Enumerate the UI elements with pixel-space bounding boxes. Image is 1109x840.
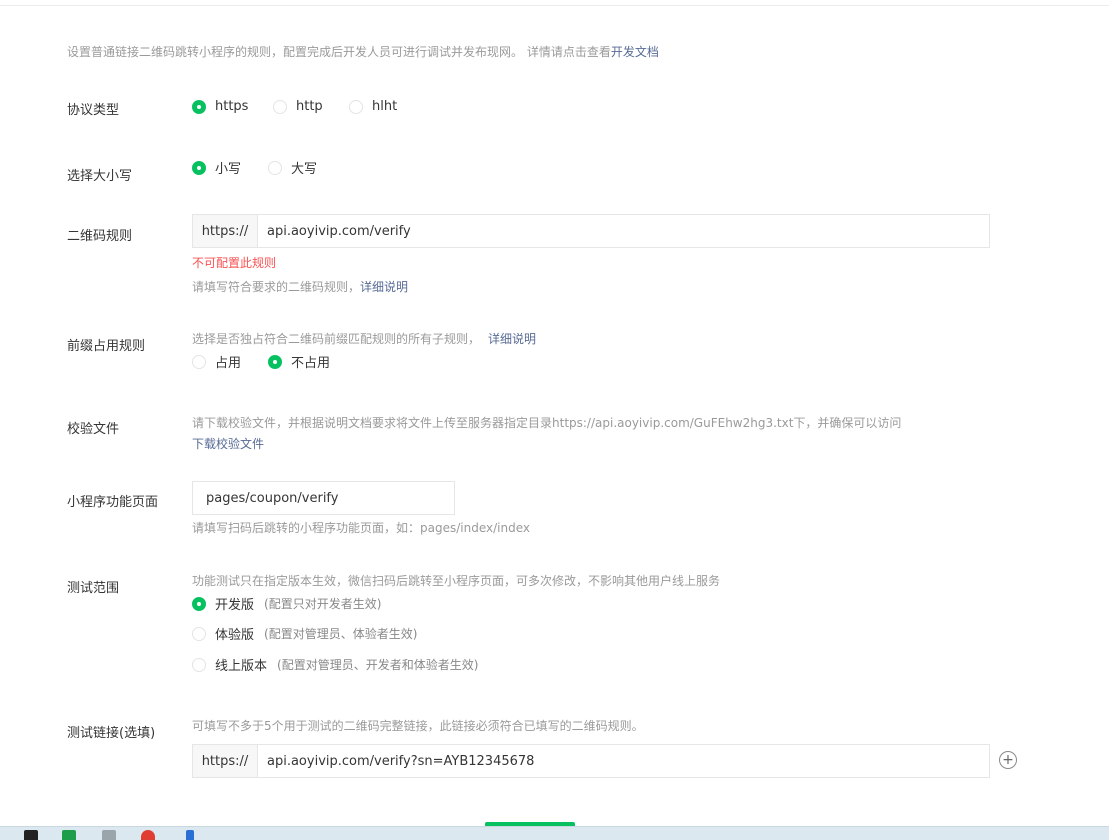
download-verify-file-link[interactable]: 下载校验文件 (192, 435, 264, 452)
scope-option-name: 线上版本 (215, 659, 268, 674)
case-label: 选择大小写 (67, 169, 133, 184)
test-link-prefix: https:// (193, 745, 258, 777)
radio-checked-icon (192, 99, 206, 114)
scope-option-name: 体验版 (215, 628, 255, 643)
test-scope-tip: 功能测试只在指定版本生效，微信扫码后跳转至小程序页面，可多次修改，不影响其他用户… (192, 574, 721, 588)
prefix-option-label: 不占用 (291, 356, 331, 371)
case-radio-upper[interactable]: 大写 (268, 158, 317, 177)
scope-radio-dev[interactable]: 开发版 (配置只对开发者生效) (192, 594, 381, 613)
scope-option-name: 开发版 (215, 598, 255, 613)
scope-option-note: (配置对管理员、体验者生效) (264, 627, 418, 641)
qr-rule-value: api.aoyivip.com/verify (267, 223, 411, 239)
prefix-rule-detail-link[interactable]: 详细说明 (488, 332, 536, 346)
prefix-rule-label: 前缀占用规则 (67, 339, 146, 354)
dev-docs-link[interactable]: 开发文档 (611, 45, 659, 59)
radio-unchecked-icon (273, 99, 287, 114)
case-option-label: 大写 (291, 162, 318, 177)
test-link-label: 测试链接(选填) (67, 726, 156, 741)
test-link-value: api.aoyivip.com/verify?sn=AYB12345678 (267, 753, 535, 769)
taskbar (0, 826, 1109, 840)
protocol-label: 协议类型 (67, 103, 120, 118)
plus-circle-icon[interactable]: + (999, 751, 1017, 769)
qr-rule-label: 二维码规则 (67, 229, 133, 244)
taskbar-app-icon[interactable] (62, 830, 76, 840)
test-link-tip: 可填写不多于5个用于测试的二维码完整链接，此链接必须符合已填写的二维码规则。 (192, 719, 644, 733)
protocol-radio-https[interactable]: https (192, 99, 248, 114)
intro-description: 设置普通链接二维码跳转小程序的规则，配置完成后开发人员可进行调试并发布现网。 详… (67, 45, 611, 59)
page-path-tip: 请填写扫码后跳转的小程序功能页面，如：pages/index/index (192, 521, 530, 535)
page-path-input[interactable]: pages/coupon/verify (192, 481, 455, 515)
protocol-option-label: https (215, 99, 249, 114)
scope-radio-release[interactable]: 线上版本 (配置对管理员、开发者和体验者生效) (192, 655, 478, 674)
qr-rule-input[interactable]: https:// api.aoyivip.com/verify (192, 214, 990, 248)
qr-rule-tip: 请填写符合要求的二维码规则，详细说明 (192, 278, 408, 295)
test-link-input[interactable]: https:// api.aoyivip.com/verify?sn=AYB12… (192, 744, 990, 778)
scope-option-note: (配置对管理员、开发者和体验者生效) (277, 658, 479, 672)
radio-unchecked-icon (268, 160, 282, 175)
qr-rule-tip-text: 请填写符合要求的二维码规则， (192, 280, 361, 294)
protocol-radio-hlht[interactable]: hlht (349, 99, 397, 114)
verify-file-label: 校验文件 (67, 422, 120, 437)
scope-radio-trial[interactable]: 体验版 (配置对管理员、体验者生效) (192, 624, 417, 643)
prefix-radio-occupy[interactable]: 占用 (192, 352, 241, 371)
qr-rule-error: 不可配置此规则 (192, 256, 277, 270)
page-path-value: pages/coupon/verify (206, 490, 339, 506)
test-scope-label: 测试范围 (67, 581, 120, 596)
case-option-label: 小写 (215, 162, 242, 177)
qr-rule-prefix: https:// (193, 215, 258, 247)
intro-text: 设置普通链接二维码跳转小程序的规则，配置完成后开发人员可进行调试并发布现网。 详… (67, 43, 659, 60)
radio-unchecked-icon (192, 626, 206, 641)
prefix-option-label: 占用 (215, 356, 242, 371)
taskbar-app-icon[interactable] (102, 830, 116, 840)
radio-checked-icon (192, 596, 206, 611)
protocol-option-label: http (296, 99, 323, 114)
radio-unchecked-icon (192, 354, 206, 369)
page-path-label: 小程序功能页面 (67, 495, 159, 510)
taskbar-app-icon[interactable] (141, 830, 155, 840)
radio-checked-icon (192, 160, 206, 175)
radio-checked-icon (268, 354, 282, 369)
qr-rule-detail-link[interactable]: 详细说明 (360, 280, 408, 294)
prefix-radio-not-occupy[interactable]: 不占用 (268, 352, 330, 371)
taskbar-app-icon[interactable] (24, 830, 38, 840)
prefix-rule-tip: 选择是否独占符合二维码前缀匹配规则的所有子规则， 详细说明 (192, 330, 536, 347)
protocol-radio-http[interactable]: http (273, 99, 323, 114)
prefix-rule-tip-text: 选择是否独占符合二维码前缀匹配规则的所有子规则， (192, 332, 481, 346)
protocol-option-label: hlht (372, 99, 398, 114)
scope-option-note: (配置只对开发者生效) (264, 597, 382, 611)
taskbar-app-icon[interactable] (186, 830, 194, 840)
verify-file-tip: 请下载校验文件，并根据说明文档要求将文件上传至服务器指定目录https://ap… (192, 416, 902, 430)
case-radio-lower[interactable]: 小写 (192, 158, 241, 177)
top-divider (0, 0, 1109, 6)
radio-unchecked-icon (192, 657, 206, 672)
radio-unchecked-icon (349, 99, 363, 114)
